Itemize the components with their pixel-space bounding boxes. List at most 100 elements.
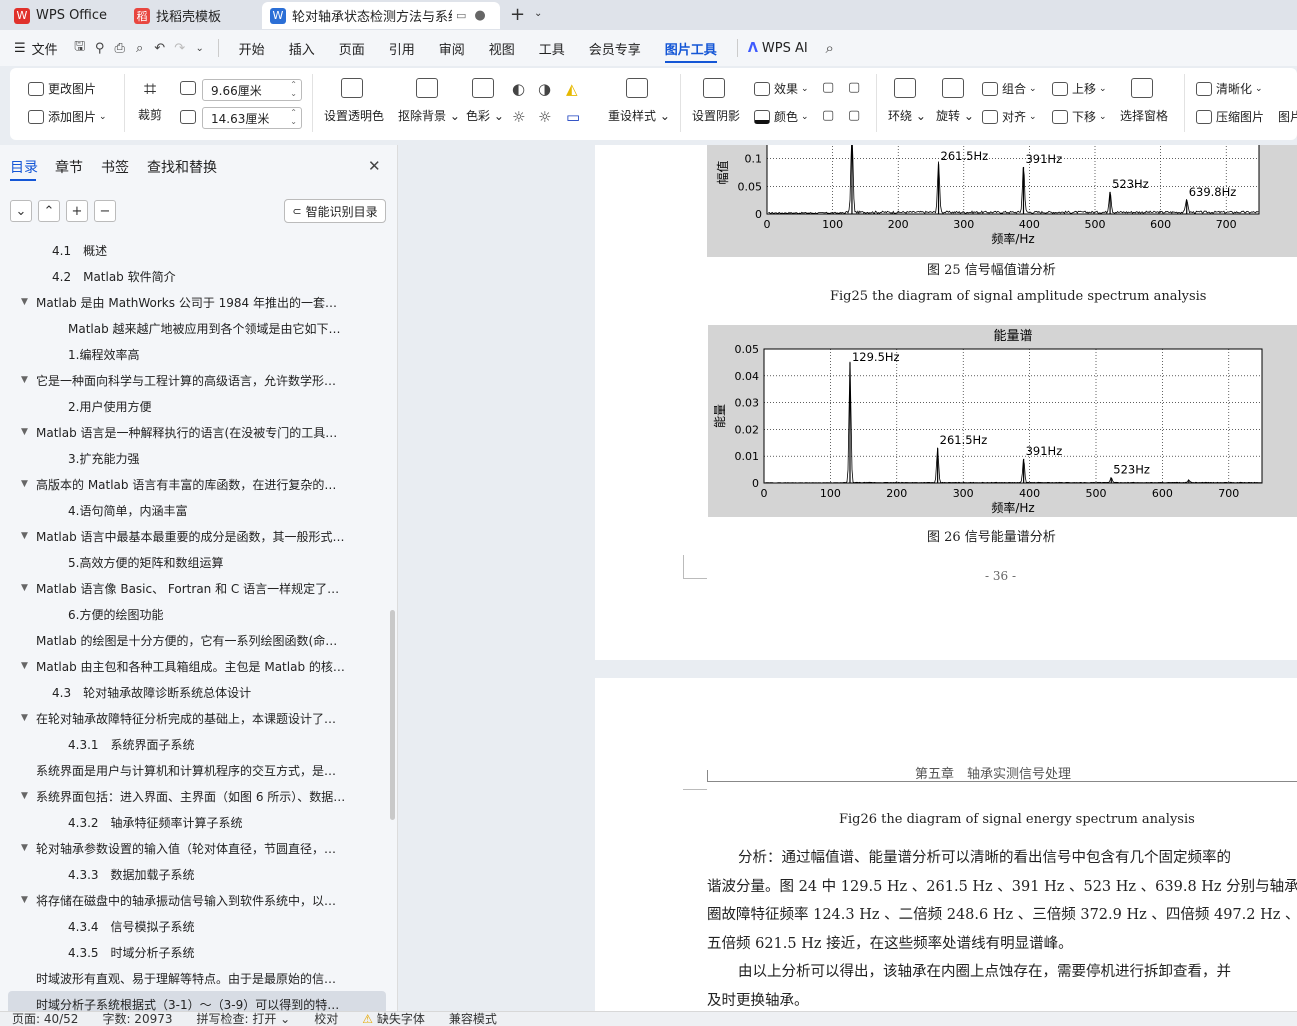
toc-item[interactable]: ▼ 在轮对轴承故障特征分析完成的基础上，本课题设计了基于 M … — [0, 705, 390, 731]
compress-picture-button[interactable]: 压缩图片 — [1196, 108, 1264, 125]
color-effect-button[interactable]: 色彩 ⌄ — [466, 78, 504, 124]
toc-item[interactable]: 2.用户使用方便 — [0, 393, 390, 419]
menu-page[interactable]: 页面 — [327, 30, 377, 66]
menu-start[interactable]: 开始 — [227, 30, 277, 66]
toc-item[interactable]: ▼ Matlab 语言是一种解释执行的语言(在没被专门的工具编译之 … — [0, 419, 390, 445]
remove-background-button[interactable]: 抠除背景 ⌄ — [398, 78, 460, 124]
expand-arrow-icon[interactable]: ▼ — [21, 791, 28, 801]
toc-item[interactable]: ▼ 轮对轴承参数设置的输入值（轮对体直径，节圆直径，接触角 … — [0, 835, 390, 861]
group-button[interactable]: 组合 ⌄ — [982, 80, 1037, 97]
toc-item[interactable]: 4.3.1 系统界面子系统 — [0, 731, 390, 757]
undo-icon[interactable]: ↶ — [150, 41, 170, 56]
tab-toc[interactable]: 目录 — [10, 157, 38, 177]
shadow-down-icon[interactable]: ▢ — [848, 80, 860, 95]
expand-arrow-icon[interactable]: ▼ — [21, 895, 28, 905]
word-count[interactable]: 字数: 20973 — [90, 1012, 184, 1026]
collapse-all-button[interactable]: ⌄ — [10, 200, 32, 222]
wrap-button[interactable]: 环绕 ⌄ — [888, 78, 926, 124]
toc-item[interactable]: ▼ 将存储在磁盘中的轴承振动信号输入到软件系统中，以便进行 … — [0, 887, 390, 913]
toc-item[interactable]: 时域分析子系统根据式（3-1）～（3-9）可以得到的特征参数 … — [8, 991, 386, 1011]
sharpen-button[interactable]: 清晰化 ⌄ — [1196, 80, 1263, 97]
expand-arrow-icon[interactable]: ▼ — [21, 713, 28, 723]
tab-find-replace[interactable]: 查找和替换 — [147, 157, 217, 177]
toc-item[interactable]: 6.方便的绘图功能 — [0, 601, 390, 627]
toc-scrollbar[interactable] — [390, 610, 395, 820]
expand-up-button[interactable]: ⌃ — [38, 200, 60, 222]
quick-access-chevron-icon[interactable]: ⌄ — [190, 43, 210, 54]
print-icon[interactable]: ⎙ — [110, 41, 130, 56]
toc-item[interactable]: ▼ Matlab 语言像 Basic、 Fortran 和 C 语言一样规定了矩阵… — [0, 575, 390, 601]
toc-item[interactable]: 4.3.4 信号模拟子系统 — [0, 913, 390, 939]
height-input[interactable]: 14.63厘米 — [202, 107, 302, 129]
toc-item[interactable]: Matlab 越来越广地被应用到各个领域是由它如下的功能 … — [0, 315, 390, 341]
toc-item[interactable]: 4.3.3 数据加载子系统 — [0, 861, 390, 887]
expand-arrow-icon[interactable]: ▼ — [21, 661, 28, 671]
toc-item[interactable]: 1.编程效率高 — [0, 341, 390, 367]
effects-dropdown[interactable]: 效果 ⌄ — [754, 80, 809, 97]
menu-view[interactable]: 视图 — [477, 30, 527, 66]
toc-item[interactable]: 4.3.2 轴承特征频率计算子系统 — [0, 809, 390, 835]
bring-forward-button[interactable]: 上移 ⌄ — [1052, 80, 1107, 97]
menu-tools[interactable]: 工具 — [527, 30, 577, 66]
shadow-right-icon[interactable]: ▢ — [848, 108, 860, 123]
save-icon[interactable]: 🖫 — [70, 37, 90, 59]
selection-pane-button[interactable]: 选择窗格 — [1120, 78, 1168, 124]
menu-reference[interactable]: 引用 — [377, 30, 427, 66]
expand-arrow-icon[interactable]: ▼ — [21, 427, 28, 437]
missing-font-button[interactable]: ⚠ 缺失字体 — [350, 1012, 437, 1026]
toc-item[interactable]: ▼ 高版本的 Matlab 语言有丰富的库函数，在进行复杂的数学运 … — [0, 471, 390, 497]
toc-item[interactable]: ▼ Matlab 语言中最基本最重要的成分是函数，其一般形式为[a,b… — [0, 523, 390, 549]
page-indicator[interactable]: 页面: 40/52 — [0, 1012, 90, 1026]
set-transparent-button[interactable]: 设置透明色 — [324, 78, 384, 124]
toc-item[interactable]: 4.2 Matlab 软件简介 — [0, 263, 390, 289]
expand-arrow-icon[interactable]: ▼ — [21, 479, 28, 489]
add-picture-button[interactable]: 添加图片 ⌄ — [28, 108, 107, 125]
chevron-down-icon[interactable]: ⌄ — [534, 8, 542, 19]
fill-color-icon[interactable]: ◭ — [566, 80, 578, 98]
toc-item[interactable]: ▼ Matlab 是由 MathWorks 公司于 1984 年推出的一套用于科学… — [0, 289, 390, 315]
expand-arrow-icon[interactable]: ▼ — [21, 375, 28, 385]
rotate-button[interactable]: 旋转 ⌄ — [936, 78, 974, 124]
shadow-left-icon[interactable]: ▢ — [822, 108, 834, 123]
toc-item[interactable]: 4.语句简单，内涵丰富 — [0, 497, 390, 523]
redo-icon[interactable]: ↷ — [170, 41, 190, 56]
reset-style-button[interactable]: 重设样式 ⌄ — [608, 78, 670, 124]
crop-button[interactable]: ⌗ 裁剪 — [138, 78, 162, 123]
toc-item[interactable]: Matlab 的绘图是十分方便的，它有一系列绘图函数(命令)，例 … — [0, 627, 390, 653]
menu-insert[interactable]: 插入 — [277, 30, 327, 66]
tab-bookmarks[interactable]: 书签 — [101, 157, 129, 177]
picture-more-button[interactable]: 图片 — [1278, 108, 1297, 125]
brightness-up-icon[interactable]: ◐ — [512, 80, 525, 98]
search-icon[interactable]: ⌕ — [820, 39, 840, 57]
tab-docer[interactable]: 稻 找稻壳模板 — [126, 2, 254, 29]
toc-item[interactable]: 4.3.5 时域分析子系统 — [0, 939, 390, 965]
toc-item[interactable]: 5.高效方便的矩阵和数组运算 — [0, 549, 390, 575]
proofread-button[interactable]: 校对 — [302, 1012, 350, 1026]
format-painter-icon[interactable]: ⚲ — [90, 41, 110, 56]
tab-wps-office[interactable]: W WPS Office — [6, 2, 118, 29]
print-preview-icon[interactable]: ⌕ — [130, 41, 150, 56]
remove-heading-button[interactable]: − — [94, 200, 116, 222]
smart-toc-button[interactable]: ⊂ 智能识别目录 — [284, 199, 386, 223]
menu-picture-tools[interactable]: 图片工具 — [653, 30, 729, 66]
menu-member[interactable]: 会员专享 — [577, 30, 653, 66]
toc-item[interactable]: 系统界面是用户与计算机和计算机程序的交互方式，是用户与 … — [0, 757, 390, 783]
energy-spectrum-figure[interactable]: 0 100 200 300 400 500 600 700 0 0.01 0.02 0.03 0.04 0… — [708, 325, 1297, 517]
spell-check-toggle[interactable]: 拼写检查: 打开 ⌄ — [185, 1012, 303, 1026]
toc-item[interactable]: 4.1 概述 — [0, 237, 390, 263]
amplitude-spectrum-figure[interactable]: 010020030040050060070000.050.10.15频率/Hz幅… — [707, 145, 1297, 257]
close-icon[interactable]: ✕ — [368, 157, 381, 175]
add-heading-button[interactable]: + — [66, 200, 88, 222]
toc-item[interactable]: ▼ Matlab 由主包和各种工具箱组成。主包是 Matlab 的核心，工 … — [0, 653, 390, 679]
tab-document[interactable]: W 轮对轴承状态检测方法与系统… ▭ ● — [262, 2, 500, 29]
shadow-up-icon[interactable]: ▢ — [822, 80, 834, 95]
width-input[interactable]: 9.66厘米 — [202, 79, 302, 101]
contrast-up-icon[interactable]: ◑ — [538, 80, 551, 98]
align-button[interactable]: 对齐 ⌄ — [982, 108, 1037, 125]
expand-arrow-icon[interactable]: ▼ — [21, 531, 28, 541]
toc-item[interactable]: 4.3 轮对轴承故障诊断系统总体设计 — [0, 679, 390, 705]
set-shadow-button[interactable]: 设置阴影 — [692, 78, 740, 124]
wps-ai-button[interactable]: Ʌ WPS AI — [746, 30, 820, 66]
outline-color-icon[interactable]: ▭ — [566, 108, 580, 126]
change-picture-button[interactable]: 更改图片 — [28, 80, 96, 97]
